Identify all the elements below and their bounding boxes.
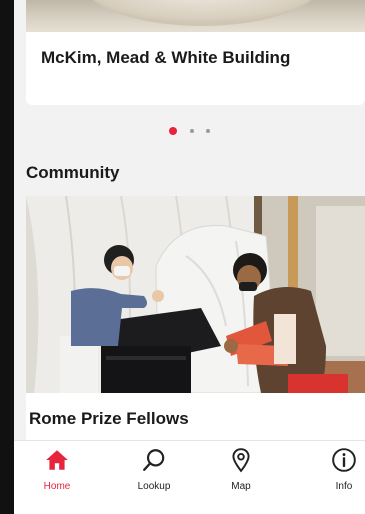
app-screen: McKim, Mead & White Building Community R… [14, 0, 365, 514]
tab-lookup-label: Lookup [137, 481, 171, 492]
tab-info[interactable]: Info [309, 447, 365, 507]
info-icon [332, 448, 356, 472]
tab-lookup[interactable]: Lookup [119, 447, 189, 507]
fountain-image [26, 0, 365, 32]
carousel-pager[interactable] [14, 122, 365, 140]
home-icon [46, 450, 68, 470]
community-card-title: Rome Prize Fellows [29, 409, 189, 428]
tab-info-label: Info [335, 481, 353, 492]
pager-dot-2[interactable] [189, 128, 194, 133]
fellows-photo [26, 196, 365, 393]
tab-home[interactable]: Home [22, 447, 92, 507]
pager-dot-3[interactable] [205, 128, 210, 133]
featured-card-title: McKim, Mead & White Building [41, 48, 291, 67]
featured-building-card[interactable]: McKim, Mead & White Building [26, 0, 365, 105]
community-section-title: Community [26, 163, 120, 182]
map-pin-icon [232, 448, 250, 473]
tab-map-label: Map [231, 481, 251, 492]
community-card[interactable] [26, 196, 365, 442]
search-icon [143, 449, 165, 471]
tab-map[interactable]: Map [206, 447, 276, 507]
tab-bar: Home Lookup Map Info [14, 440, 365, 514]
pager-dot-1[interactable] [169, 126, 178, 135]
tab-home-label: Home [43, 481, 71, 492]
